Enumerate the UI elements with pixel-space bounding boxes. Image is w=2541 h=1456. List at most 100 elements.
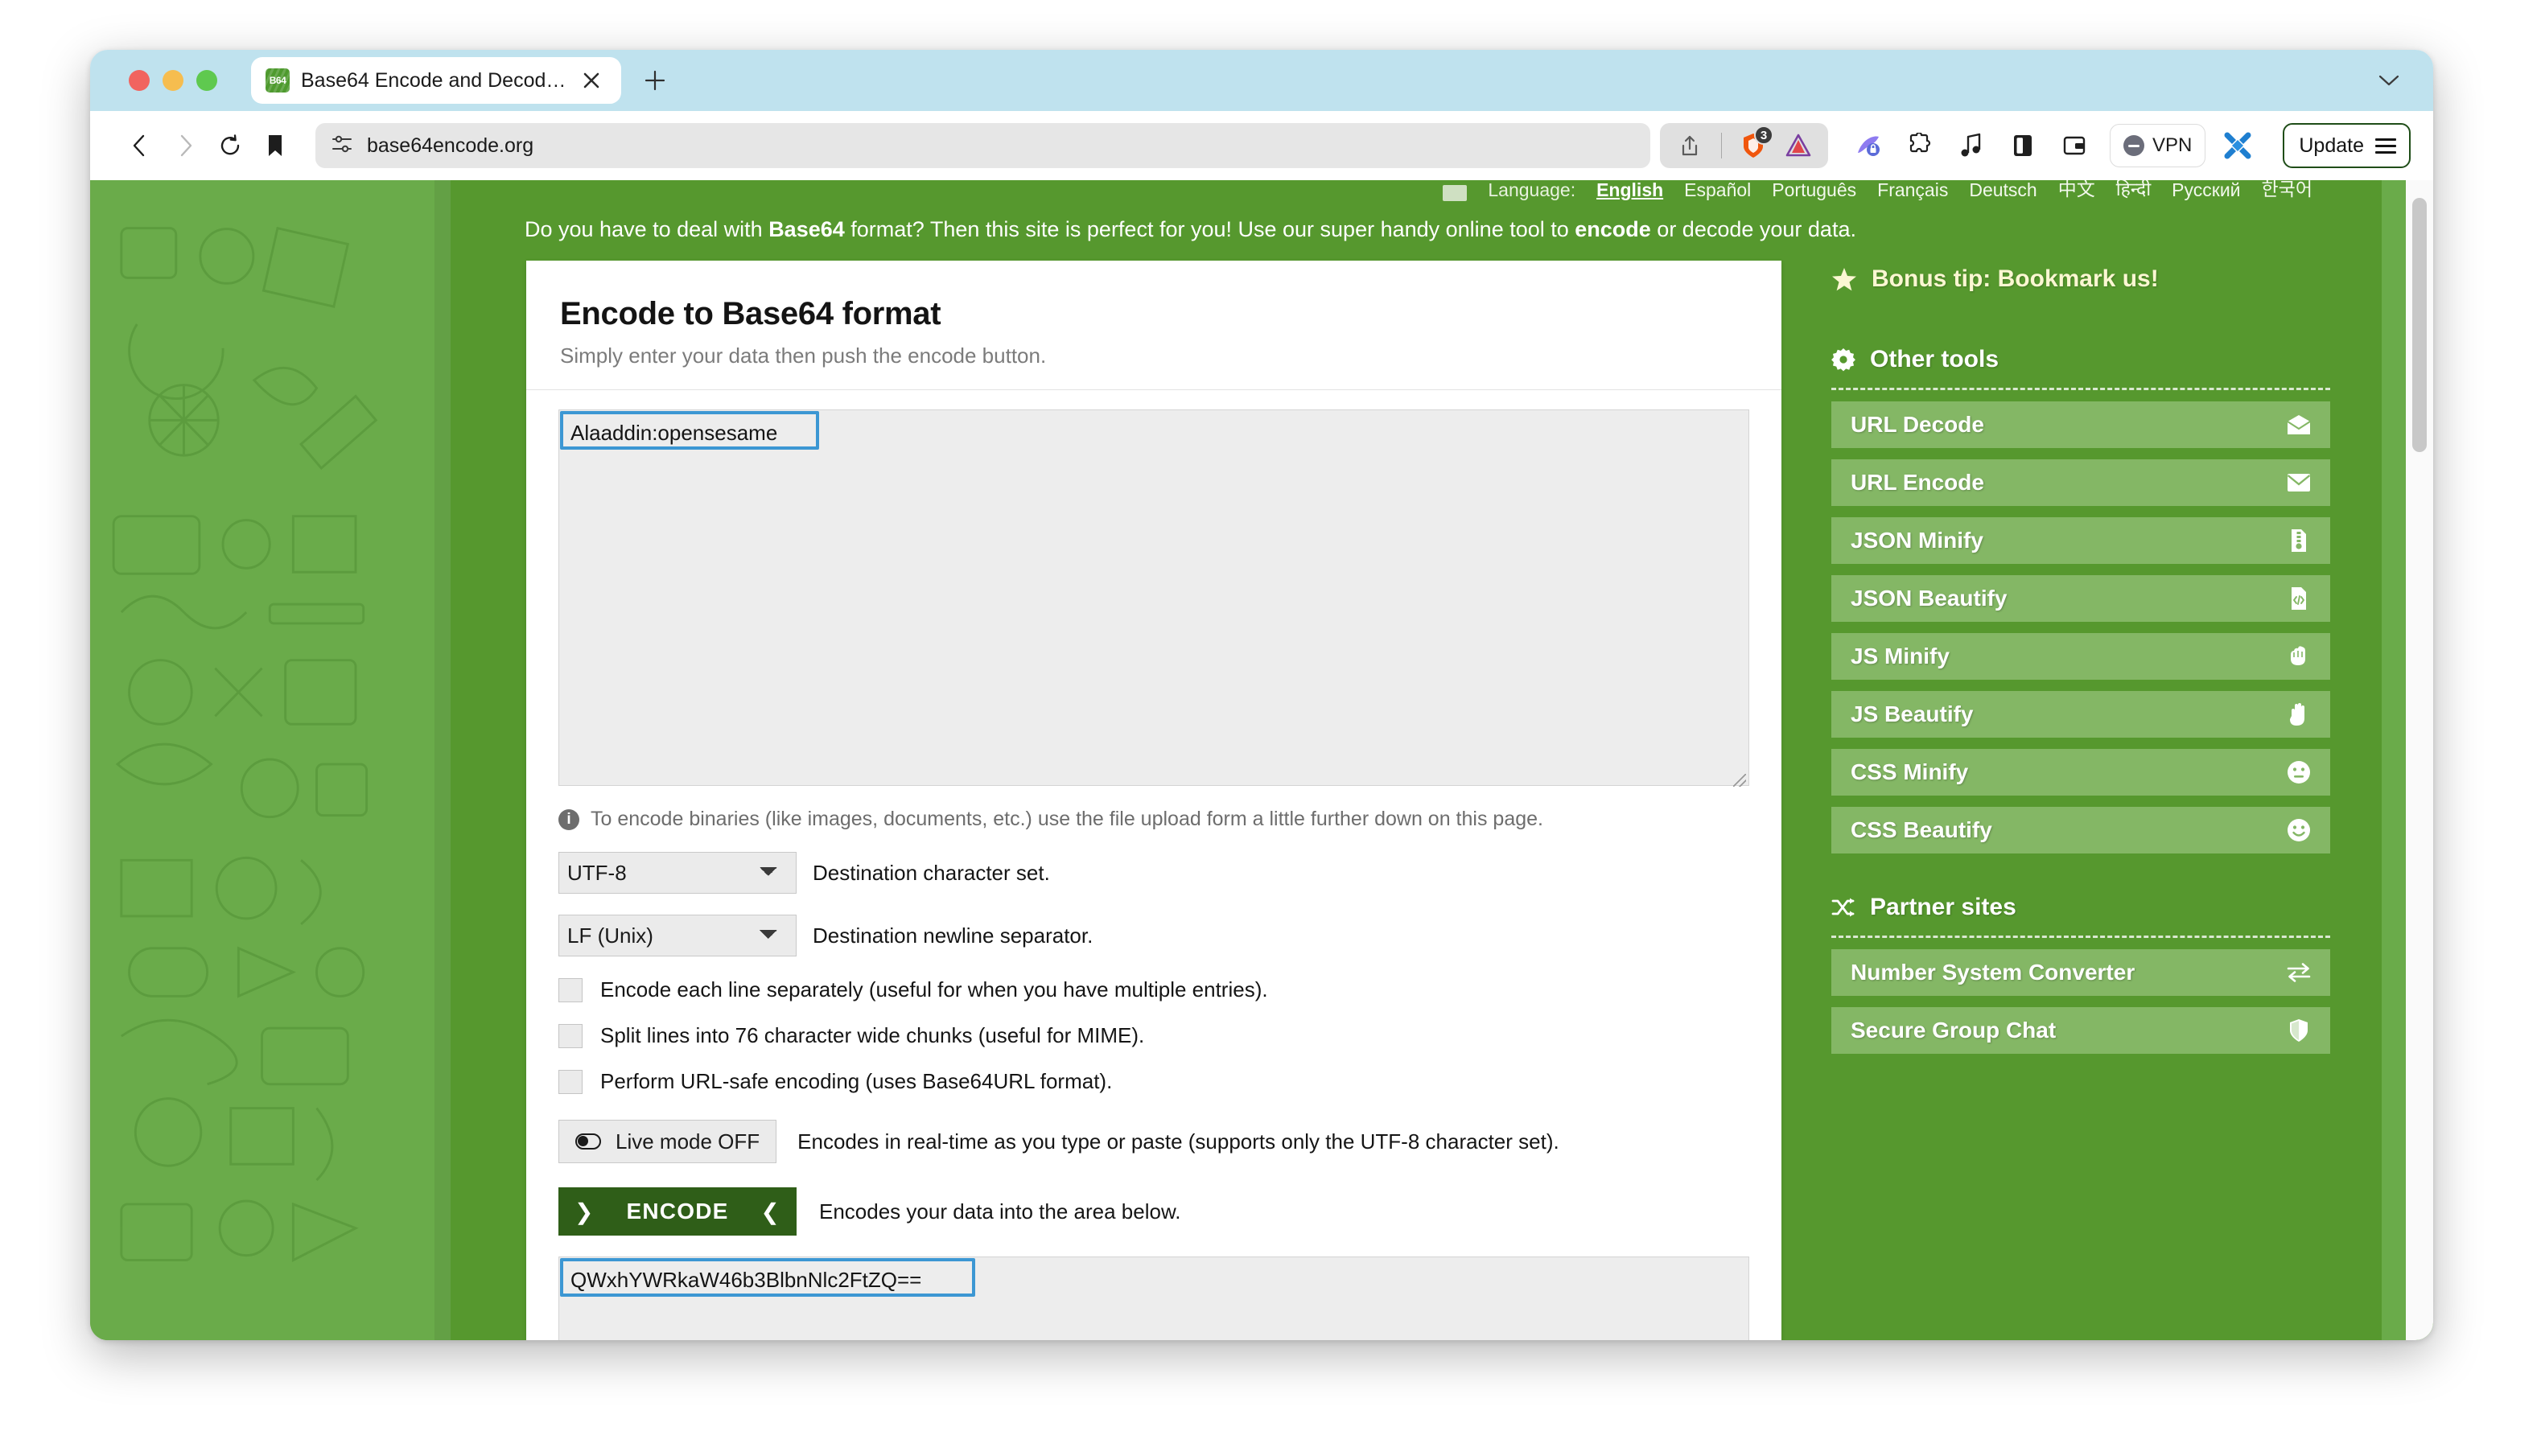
bonus-tip-heading: Bonus tip: Bookmark us! [1831, 265, 2330, 293]
encode-right-chevron-icon: ❮ [760, 1199, 780, 1225]
sidebar-item-css-minify[interactable]: CSS Minify [1831, 749, 2330, 796]
brave-shields-icon[interactable]: 3 [1735, 127, 1772, 164]
page-viewport: Language: English Español Português Fran… [90, 180, 2433, 1340]
encode-description: Encodes your data into the area below. [819, 1199, 1181, 1224]
exchange-icon [2285, 959, 2312, 986]
shield-icon [2285, 1017, 2312, 1044]
envelope-open-icon [2285, 411, 2312, 438]
brave-rewards-triangle-icon[interactable] [1780, 127, 1817, 164]
page-title: Encode to Base64 format [560, 296, 1749, 332]
intro-bold-base64: Base64 [768, 217, 845, 241]
intro-part-1: Do you have to deal with [525, 217, 768, 241]
extension-x-logo-icon[interactable] [2218, 126, 2257, 165]
language-option-korean[interactable]: 한국어 [2262, 180, 2312, 201]
address-bar[interactable]: base64encode.org [315, 123, 1650, 168]
hand-open-icon [2285, 701, 2312, 728]
favicon-label: B64 [266, 68, 290, 93]
toolbar-divider [1721, 133, 1722, 158]
language-option-francais[interactable]: Français [1877, 180, 1948, 201]
reload-icon[interactable] [208, 123, 253, 168]
new-tab-icon[interactable] [636, 61, 674, 100]
sidebar-item-url-decode[interactable]: URL Decode [1831, 401, 2330, 448]
language-label: Language: [1488, 180, 1575, 201]
sidebar-item-json-beautify[interactable]: JSON Beautify [1831, 575, 2330, 622]
sidebar-toggle-icon[interactable] [2004, 126, 2042, 165]
browser-menu-icon[interactable] [2375, 138, 2396, 154]
tab-title: Base64 Encode and Decode - [301, 69, 566, 93]
favicon-base64-icon: B64 [266, 68, 290, 93]
language-option-russian[interactable]: Русский [2172, 180, 2240, 201]
address-bar-actions: 3 [1660, 123, 1828, 168]
intro-paragraph: Do you have to deal with Base64 format? … [525, 217, 1856, 242]
star-icon [1831, 266, 1857, 292]
site-settings-icon[interactable] [332, 134, 352, 158]
sidebar-item-url-encode[interactable]: URL Encode [1831, 459, 2330, 506]
sidebar-item-label: JS Beautify [1851, 701, 1974, 727]
sidebar-item-json-minify[interactable]: JSON Minify [1831, 517, 2330, 564]
language-option-hindi[interactable]: हिन्दी [2116, 180, 2151, 201]
share-icon[interactable] [1671, 127, 1708, 164]
face-neutral-icon [2285, 759, 2312, 786]
binary-upload-note: i To encode binaries (like images, docum… [558, 808, 1749, 831]
close-tab-icon[interactable] [578, 67, 605, 94]
extension-puzzle-icon[interactable] [1901, 126, 1939, 165]
encode-button[interactable]: ❯ ENCODE ❮ [558, 1187, 797, 1236]
charset-row: UTF-8 Destination character set. [558, 852, 1749, 894]
language-option-espanol[interactable]: Español [1684, 180, 1751, 201]
url-safe-checkbox[interactable] [558, 1070, 583, 1094]
language-option-deutsch[interactable]: Deutsch [1969, 180, 2037, 201]
sidebar-item-label: URL Decode [1851, 412, 1984, 438]
sidebar-item-secure-group-chat[interactable]: Secure Group Chat [1831, 1007, 2330, 1054]
info-icon: i [558, 809, 579, 830]
sidebar-item-number-system-converter[interactable]: Number System Converter [1831, 949, 2330, 996]
checkbox-row-url-safe: Perform URL-safe encoding (uses Base64UR… [558, 1069, 1749, 1094]
tab-list-chevron-down-icon[interactable] [2378, 74, 2399, 87]
newline-select[interactable]: LF (Unix) [558, 915, 797, 956]
extension-music-note-icon[interactable] [1952, 126, 1991, 165]
language-option-chinese[interactable]: 中文 [2058, 180, 2095, 201]
sidebar-item-label: CSS Beautify [1851, 817, 1992, 843]
encode-card: Encode to Base64 format Simply enter you… [526, 261, 1781, 1340]
live-mode-toggle-button[interactable]: Live mode OFF [558, 1120, 776, 1163]
browser-tab[interactable]: B64 Base64 Encode and Decode - [251, 57, 621, 104]
encode-left-chevron-icon: ❯ [575, 1199, 595, 1225]
sidebar-item-label: CSS Minify [1851, 759, 1968, 785]
sidebar-item-js-minify[interactable]: JS Minify [1831, 633, 2330, 680]
encode-each-line-label: Encode each line separately (useful for … [600, 977, 1268, 1002]
update-button[interactable]: Update [2283, 123, 2411, 168]
checkbox-row-split-lines: Split lines into 76 character wide chunk… [558, 1023, 1749, 1048]
encode-input-textarea[interactable] [558, 409, 1749, 786]
encode-output-textarea[interactable] [558, 1257, 1749, 1340]
language-option-english[interactable]: English [1596, 180, 1663, 201]
page-scrollbar-thumb[interactable] [2412, 198, 2427, 452]
language-bar: Language: English Español Português Fran… [90, 180, 2433, 201]
binary-note-text: To encode binaries (like images, documen… [591, 808, 1543, 831]
language-option-portugues[interactable]: Português [1772, 180, 1856, 201]
back-chevron-icon[interactable] [117, 123, 163, 168]
close-window-button[interactable] [129, 70, 150, 91]
newline-label: Destination newline separator. [813, 923, 1093, 948]
charset-select[interactable]: UTF-8 [558, 852, 797, 894]
wallet-icon[interactable] [2055, 126, 2094, 165]
forward-chevron-icon[interactable] [163, 123, 208, 168]
vpn-button[interactable]: VPN [2110, 124, 2205, 167]
extension-privacy-icon[interactable] [1849, 126, 1888, 165]
sidebar-item-css-beautify[interactable]: CSS Beautify [1831, 807, 2330, 853]
split-lines-checkbox[interactable] [558, 1024, 583, 1048]
bookmark-icon[interactable] [253, 123, 298, 168]
sidebar: Bonus tip: Bookmark us! Other tools URL … [1831, 265, 2330, 1054]
intro-part-2: format? Then this site is perfect for yo… [845, 217, 1575, 241]
partner-sites-heading: Partner sites [1831, 894, 2330, 921]
intro-part-3: or decode your data. [1651, 217, 1856, 241]
encode-each-line-checkbox[interactable] [558, 978, 583, 1002]
card-divider [526, 389, 1781, 390]
partner-sites-divider [1831, 936, 2330, 938]
maximize-window-button[interactable] [196, 70, 217, 91]
page-content-column: Do you have to deal with Base64 format? … [451, 180, 2382, 1340]
toggle-off-icon [575, 1133, 601, 1150]
minimize-window-button[interactable] [163, 70, 183, 91]
sidebar-item-label: URL Encode [1851, 470, 1984, 496]
live-mode-row: Live mode OFF Encodes in real-time as yo… [558, 1120, 1749, 1163]
sidebar-item-js-beautify[interactable]: JS Beautify [1831, 691, 2330, 738]
vpn-label: VPN [2152, 134, 2192, 157]
